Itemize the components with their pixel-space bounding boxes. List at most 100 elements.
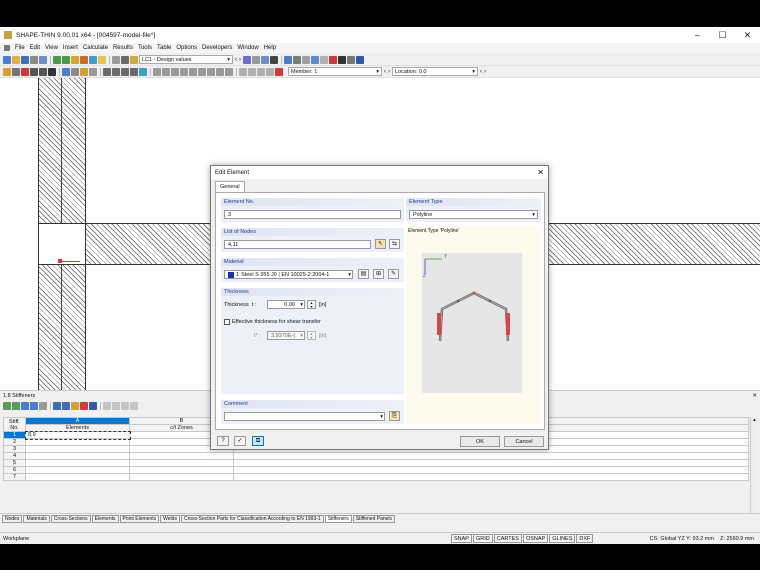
- color-icon[interactable]: [338, 55, 346, 64]
- pick-from-graphic-button[interactable]: ⧉: [252, 436, 264, 446]
- redo-icon[interactable]: [62, 55, 70, 64]
- location-select[interactable]: Location: 0.0 ▾: [392, 67, 478, 76]
- thickness-spinner[interactable]: ▴ ▾: [307, 300, 316, 309]
- tab-materials[interactable]: Materials: [23, 514, 50, 523]
- next-member-icon[interactable]: ›: [388, 69, 390, 75]
- table-scrollbar[interactable]: ▴: [750, 417, 758, 515]
- material-library-button[interactable]: ▤: [358, 269, 369, 279]
- table-icon[interactable]: [112, 55, 120, 64]
- display-icon[interactable]: [153, 67, 161, 76]
- undo-icon[interactable]: [53, 55, 61, 64]
- text-icon[interactable]: [48, 67, 56, 76]
- nodes-input[interactable]: 4,11: [224, 240, 371, 249]
- previous-member-icon[interactable]: ‹: [384, 69, 386, 75]
- last-row-icon[interactable]: [130, 402, 138, 410]
- element-type-select[interactable]: Polyline ▾: [409, 210, 538, 219]
- menu-developers[interactable]: Developers: [202, 45, 232, 51]
- tab-stiffeners[interactable]: Stiffeners: [324, 514, 352, 523]
- elements-cell[interactable]: [25, 452, 130, 460]
- insert-row-icon[interactable]: [30, 402, 38, 410]
- side-view-icon[interactable]: [257, 67, 265, 76]
- copy-icon[interactable]: [53, 402, 61, 410]
- menu-options[interactable]: Options: [176, 45, 197, 51]
- comment-cell[interactable]: [233, 473, 749, 481]
- delete-row-icon[interactable]: [39, 402, 47, 410]
- menu-edit[interactable]: Edit: [30, 45, 40, 51]
- table-export-icon[interactable]: [3, 402, 11, 410]
- tab-elements[interactable]: Elements: [91, 514, 119, 523]
- elements-cell[interactable]: [25, 473, 130, 481]
- effective-thickness-checkbox[interactable]: Effective thickness for shear transfer: [224, 319, 321, 325]
- stress-ratio-icon[interactable]: [216, 67, 224, 76]
- osnap-toggle[interactable]: OSNAP: [522, 534, 549, 543]
- thickness-input[interactable]: 0.00 ▾: [267, 300, 305, 309]
- menu-table[interactable]: Table: [157, 45, 171, 51]
- deselect-icon[interactable]: [130, 67, 138, 76]
- menu-tools[interactable]: Tools: [138, 45, 152, 51]
- previous-location-icon[interactable]: ‹: [480, 69, 482, 75]
- open-icon[interactable]: [12, 55, 20, 64]
- select-in-graphic-icon[interactable]: [71, 402, 79, 410]
- polyline-icon[interactable]: [39, 67, 47, 76]
- maximize-button[interactable]: ☐: [710, 27, 735, 43]
- first-row-icon[interactable]: [103, 402, 111, 410]
- zones-cell[interactable]: [129, 452, 234, 460]
- shear-flow-icon[interactable]: [198, 67, 206, 76]
- mesh-icon[interactable]: [270, 55, 278, 64]
- settings-icon[interactable]: [89, 402, 97, 410]
- next-location-icon[interactable]: ›: [484, 69, 486, 75]
- grid-icon[interactable]: [293, 55, 301, 64]
- elements-cell[interactable]: [25, 445, 130, 453]
- front-view-icon[interactable]: [248, 67, 256, 76]
- elements-cell[interactable]: [25, 438, 130, 446]
- dimension-icon[interactable]: [71, 67, 79, 76]
- previous-loadcase-icon[interactable]: ‹: [235, 57, 237, 63]
- checkbox-box[interactable]: [224, 319, 230, 325]
- tab-cross-sections[interactable]: Cross-Sections: [50, 514, 91, 523]
- t-star-spinner[interactable]: ▴ ▾: [307, 331, 316, 340]
- tab-nodes[interactable]: Nodes: [2, 514, 23, 523]
- select-nodes-button[interactable]: ⇆: [389, 239, 400, 249]
- cancel-button[interactable]: Cancel: [504, 436, 544, 447]
- export-icon[interactable]: [356, 55, 364, 64]
- results-icon[interactable]: [89, 55, 97, 64]
- select-all-icon[interactable]: [121, 67, 129, 76]
- section-view-icon[interactable]: [180, 67, 188, 76]
- tab-stiffened-panels[interactable]: Stiffened Panels: [352, 514, 396, 523]
- help-button[interactable]: ?: [217, 436, 229, 446]
- select-window-icon[interactable]: [112, 67, 120, 76]
- tab-general[interactable]: General: [215, 181, 245, 192]
- section-icon[interactable]: [261, 55, 269, 64]
- elements-cell[interactable]: 8,9: [24, 430, 131, 440]
- menu-insert[interactable]: Insert: [63, 45, 78, 51]
- draw-icon[interactable]: [71, 55, 79, 64]
- elements-cell[interactable]: [25, 466, 130, 474]
- print-icon[interactable]: [30, 55, 38, 64]
- render-icon[interactable]: [320, 55, 328, 64]
- loadcase-select[interactable]: LC1 - Design values ▾: [139, 55, 233, 64]
- column-a-header[interactable]: A: [25, 417, 130, 425]
- next-loadcase-icon[interactable]: ›: [239, 57, 241, 63]
- check-button[interactable]: ✓: [234, 436, 246, 446]
- new-icon[interactable]: [3, 55, 11, 64]
- scroll-up-icon[interactable]: ▴: [751, 417, 758, 423]
- t-star-input[interactable]: 3.9370E-( ▾: [267, 331, 305, 340]
- menu-calculate[interactable]: Calculate: [83, 45, 108, 51]
- color-scheme-icon[interactable]: [80, 402, 88, 410]
- zones-cell[interactable]: [129, 466, 234, 474]
- next-row-icon[interactable]: [121, 402, 129, 410]
- iso-view-icon[interactable]: [239, 67, 247, 76]
- grid-toggle[interactable]: GRID: [472, 534, 493, 543]
- dxf-toggle[interactable]: DXF: [576, 534, 594, 543]
- minimize-button[interactable]: –: [685, 27, 710, 43]
- normal-stress-icon[interactable]: [207, 67, 215, 76]
- menu-help[interactable]: Help: [264, 45, 276, 51]
- panel-close-icon[interactable]: ✕: [752, 393, 757, 399]
- render-mode-icon[interactable]: [139, 67, 147, 76]
- comment-cell[interactable]: [233, 459, 749, 467]
- rotate-icon[interactable]: [311, 55, 319, 64]
- previous-row-icon[interactable]: [112, 402, 120, 410]
- measure-icon[interactable]: [89, 67, 97, 76]
- filter-rows-icon[interactable]: [21, 402, 29, 410]
- print-preview-icon[interactable]: [39, 55, 47, 64]
